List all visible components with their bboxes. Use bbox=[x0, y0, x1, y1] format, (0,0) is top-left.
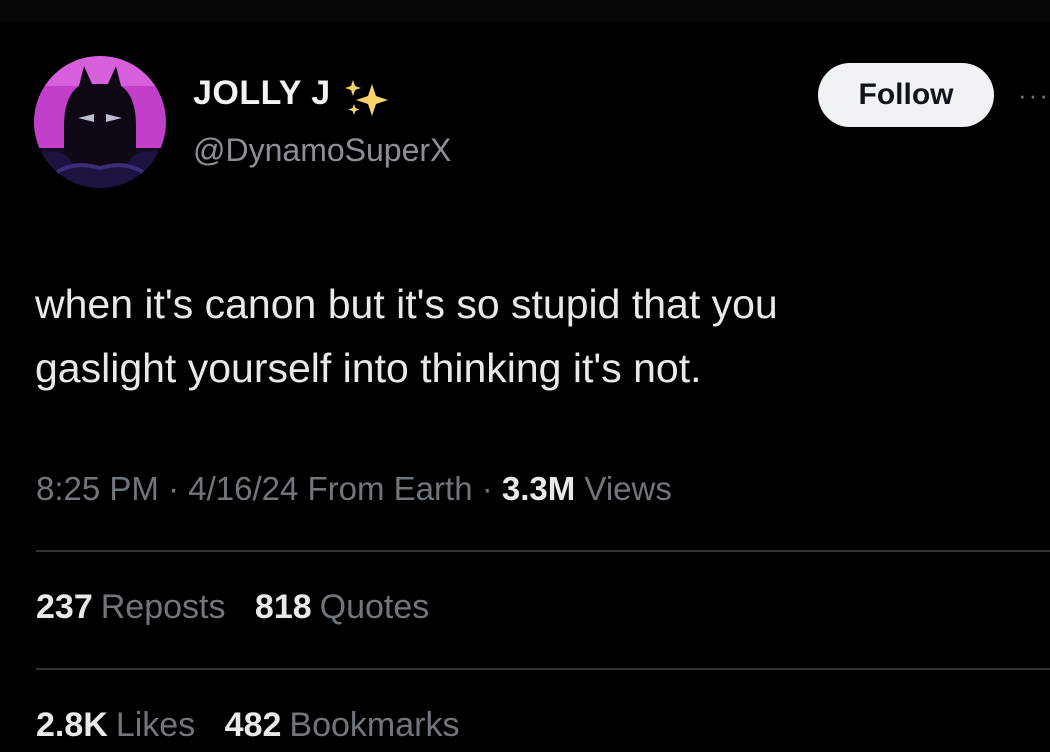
avatar[interactable] bbox=[34, 56, 166, 188]
divider bbox=[36, 550, 1050, 552]
tweet-text-line-2: gaslight yourself into thinking it's not… bbox=[35, 345, 702, 391]
tweet-text-line-1: when it's canon but it's so stupid that … bbox=[35, 281, 778, 327]
quotes-count: 818 bbox=[254, 588, 312, 626]
views-label[interactable]: Views bbox=[575, 470, 671, 507]
bookmarks-stat[interactable]: 482 Bookmarks bbox=[225, 706, 460, 744]
tweet-meta: 8:25 PM · 4/16/24 From Earth · 3.3M View… bbox=[36, 470, 672, 508]
batman-avatar-icon bbox=[34, 56, 166, 188]
tweet-date[interactable]: 4/16/24 bbox=[188, 470, 298, 507]
quotes-stat[interactable]: 818 Quotes bbox=[255, 588, 429, 626]
top-edge bbox=[0, 0, 1050, 22]
display-name[interactable]: JOLLY J bbox=[193, 74, 331, 113]
tweet-time[interactable]: 8:25 PM bbox=[36, 470, 159, 507]
likes-stat[interactable]: 2.8K Likes bbox=[36, 706, 195, 744]
meta-separator: · bbox=[158, 470, 189, 507]
likes-label: Likes bbox=[115, 706, 196, 744]
sparkles-icon bbox=[345, 80, 388, 116]
stats-row-likes-bookmarks: 2.8K Likes 482 Bookmarks bbox=[36, 706, 479, 745]
quotes-label: Quotes bbox=[319, 588, 430, 626]
stats-row-reposts-quotes: 237 Reposts 818 Quotes bbox=[36, 588, 449, 627]
user-handle[interactable]: @DynamoSuperX bbox=[193, 132, 451, 169]
reposts-count: 237 bbox=[36, 588, 93, 626]
tweet-text: when it's canon but it's so stupid that … bbox=[35, 272, 1025, 400]
divider bbox=[36, 668, 1050, 670]
bookmarks-label: Bookmarks bbox=[289, 706, 460, 744]
meta-separator: · bbox=[472, 470, 502, 507]
tweet-location: From Earth bbox=[298, 470, 473, 507]
bookmarks-count: 482 bbox=[224, 706, 282, 744]
reposts-stat[interactable]: 237 Reposts bbox=[36, 588, 225, 626]
more-options-icon[interactable]: ··· bbox=[1018, 80, 1050, 110]
views-count[interactable]: 3.3M bbox=[502, 470, 575, 507]
reposts-label: Reposts bbox=[100, 588, 226, 626]
likes-count: 2.8K bbox=[36, 706, 108, 744]
follow-button[interactable]: Follow bbox=[818, 63, 994, 127]
